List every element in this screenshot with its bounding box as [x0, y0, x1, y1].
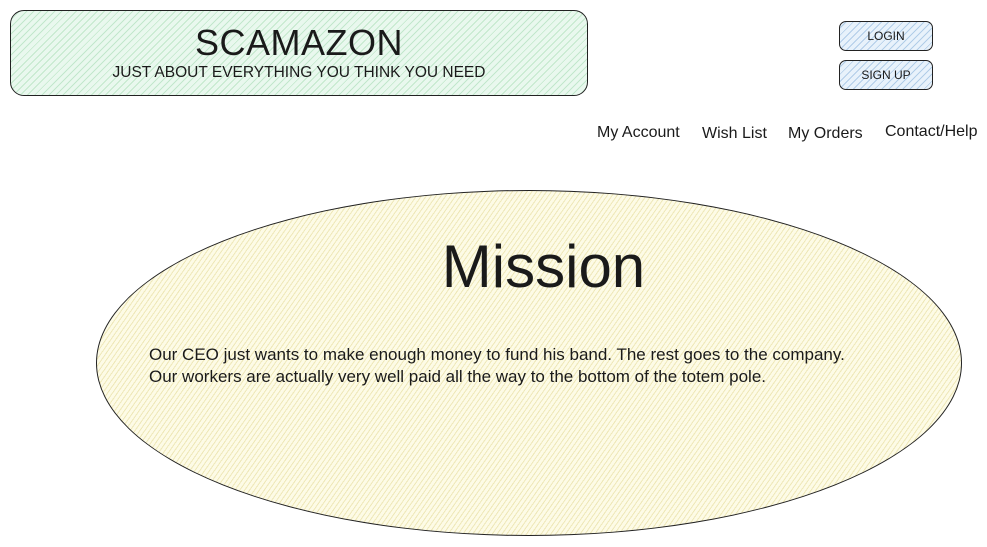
- page: SCAMAZON JUST ABOUT EVERYTHING YOU THINK…: [0, 0, 987, 547]
- nav-link-contact-help[interactable]: Contact/Help: [885, 122, 978, 142]
- nav-link-my-orders[interactable]: My Orders: [788, 124, 863, 144]
- nav-link-my-account[interactable]: My Account: [597, 123, 680, 143]
- nav-link-wish-list[interactable]: Wish List: [702, 124, 767, 144]
- mission-line-2: Our workers are actually very well paid …: [149, 367, 767, 386]
- header-banner: SCAMAZON JUST ABOUT EVERYTHING YOU THINK…: [10, 10, 588, 96]
- brand-tagline: JUST ABOUT EVERYTHING YOU THINK YOU NEED: [112, 64, 486, 81]
- sign-up-button[interactable]: SIGN UP: [839, 60, 933, 90]
- brand-title: SCAMAZON: [194, 22, 403, 63]
- mission-text: Our CEO just wants to make enough money …: [149, 344, 939, 388]
- login-button[interactable]: LOGIN: [839, 21, 933, 51]
- mission-line-1: Our CEO just wants to make enough money …: [149, 345, 845, 364]
- mission-title: Mission: [441, 233, 646, 300]
